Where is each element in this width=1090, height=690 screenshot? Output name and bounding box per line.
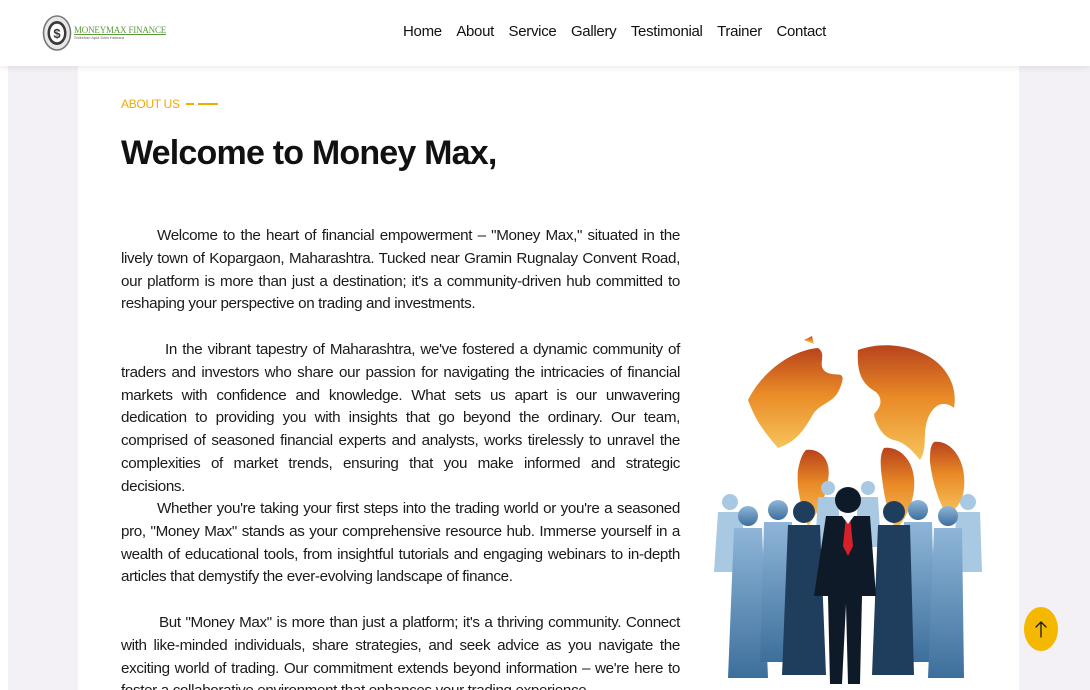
nav-trainer[interactable]: Trainer (717, 23, 762, 40)
about-paragraph-3: Whether you're taking your first steps i… (121, 500, 680, 586)
nav-gallery[interactable]: Gallery (571, 23, 617, 40)
section-title: Welcome to Money Max, (121, 134, 497, 172)
page-gutter (0, 66, 8, 690)
scroll-to-top-button[interactable] (1024, 607, 1058, 651)
nav-contact[interactable]: Contact (776, 23, 826, 40)
nav-about[interactable]: About (456, 23, 494, 40)
about-paragraph-4: But "Money Max" is more than just a plat… (121, 614, 680, 690)
section-eyebrow: ABOUT US (121, 97, 218, 111)
about-paragraph-1: Welcome to the heart of financial empowe… (121, 227, 680, 313)
about-paragraph-2: In the vibrant tapestry of Maharashtra, … (121, 341, 680, 495)
nav-testimonial[interactable]: Testimonial (631, 23, 703, 40)
arrow-up-icon (1035, 621, 1047, 638)
nav-home[interactable]: Home (403, 23, 442, 40)
brand-name: MONEYMAX FINANCE (74, 25, 167, 35)
eyebrow-label: ABOUT US (121, 97, 180, 111)
main-nav: Home About Service Gallery Testimonial T… (403, 23, 841, 40)
dollar-coin-icon: $ (42, 15, 72, 51)
brand-logo[interactable]: $ MONEYMAX FINANCE Shikshan Apla Dahi Ha… (42, 14, 166, 52)
eyebrow-divider (185, 103, 218, 105)
svg-text:$: $ (53, 26, 61, 41)
site-header: $ MONEYMAX FINANCE Shikshan Apla Dahi Ha… (0, 0, 1090, 66)
brand-tagline: Shikshan Apla Dahi Hamara (74, 35, 125, 40)
crowd-silhouettes (714, 481, 982, 684)
nav-service[interactable]: Service (509, 23, 557, 40)
globe-business-crowd-illustration (714, 336, 982, 684)
brand-text: MONEYMAX FINANCE Shikshan Apla Dahi Hama… (74, 26, 166, 40)
